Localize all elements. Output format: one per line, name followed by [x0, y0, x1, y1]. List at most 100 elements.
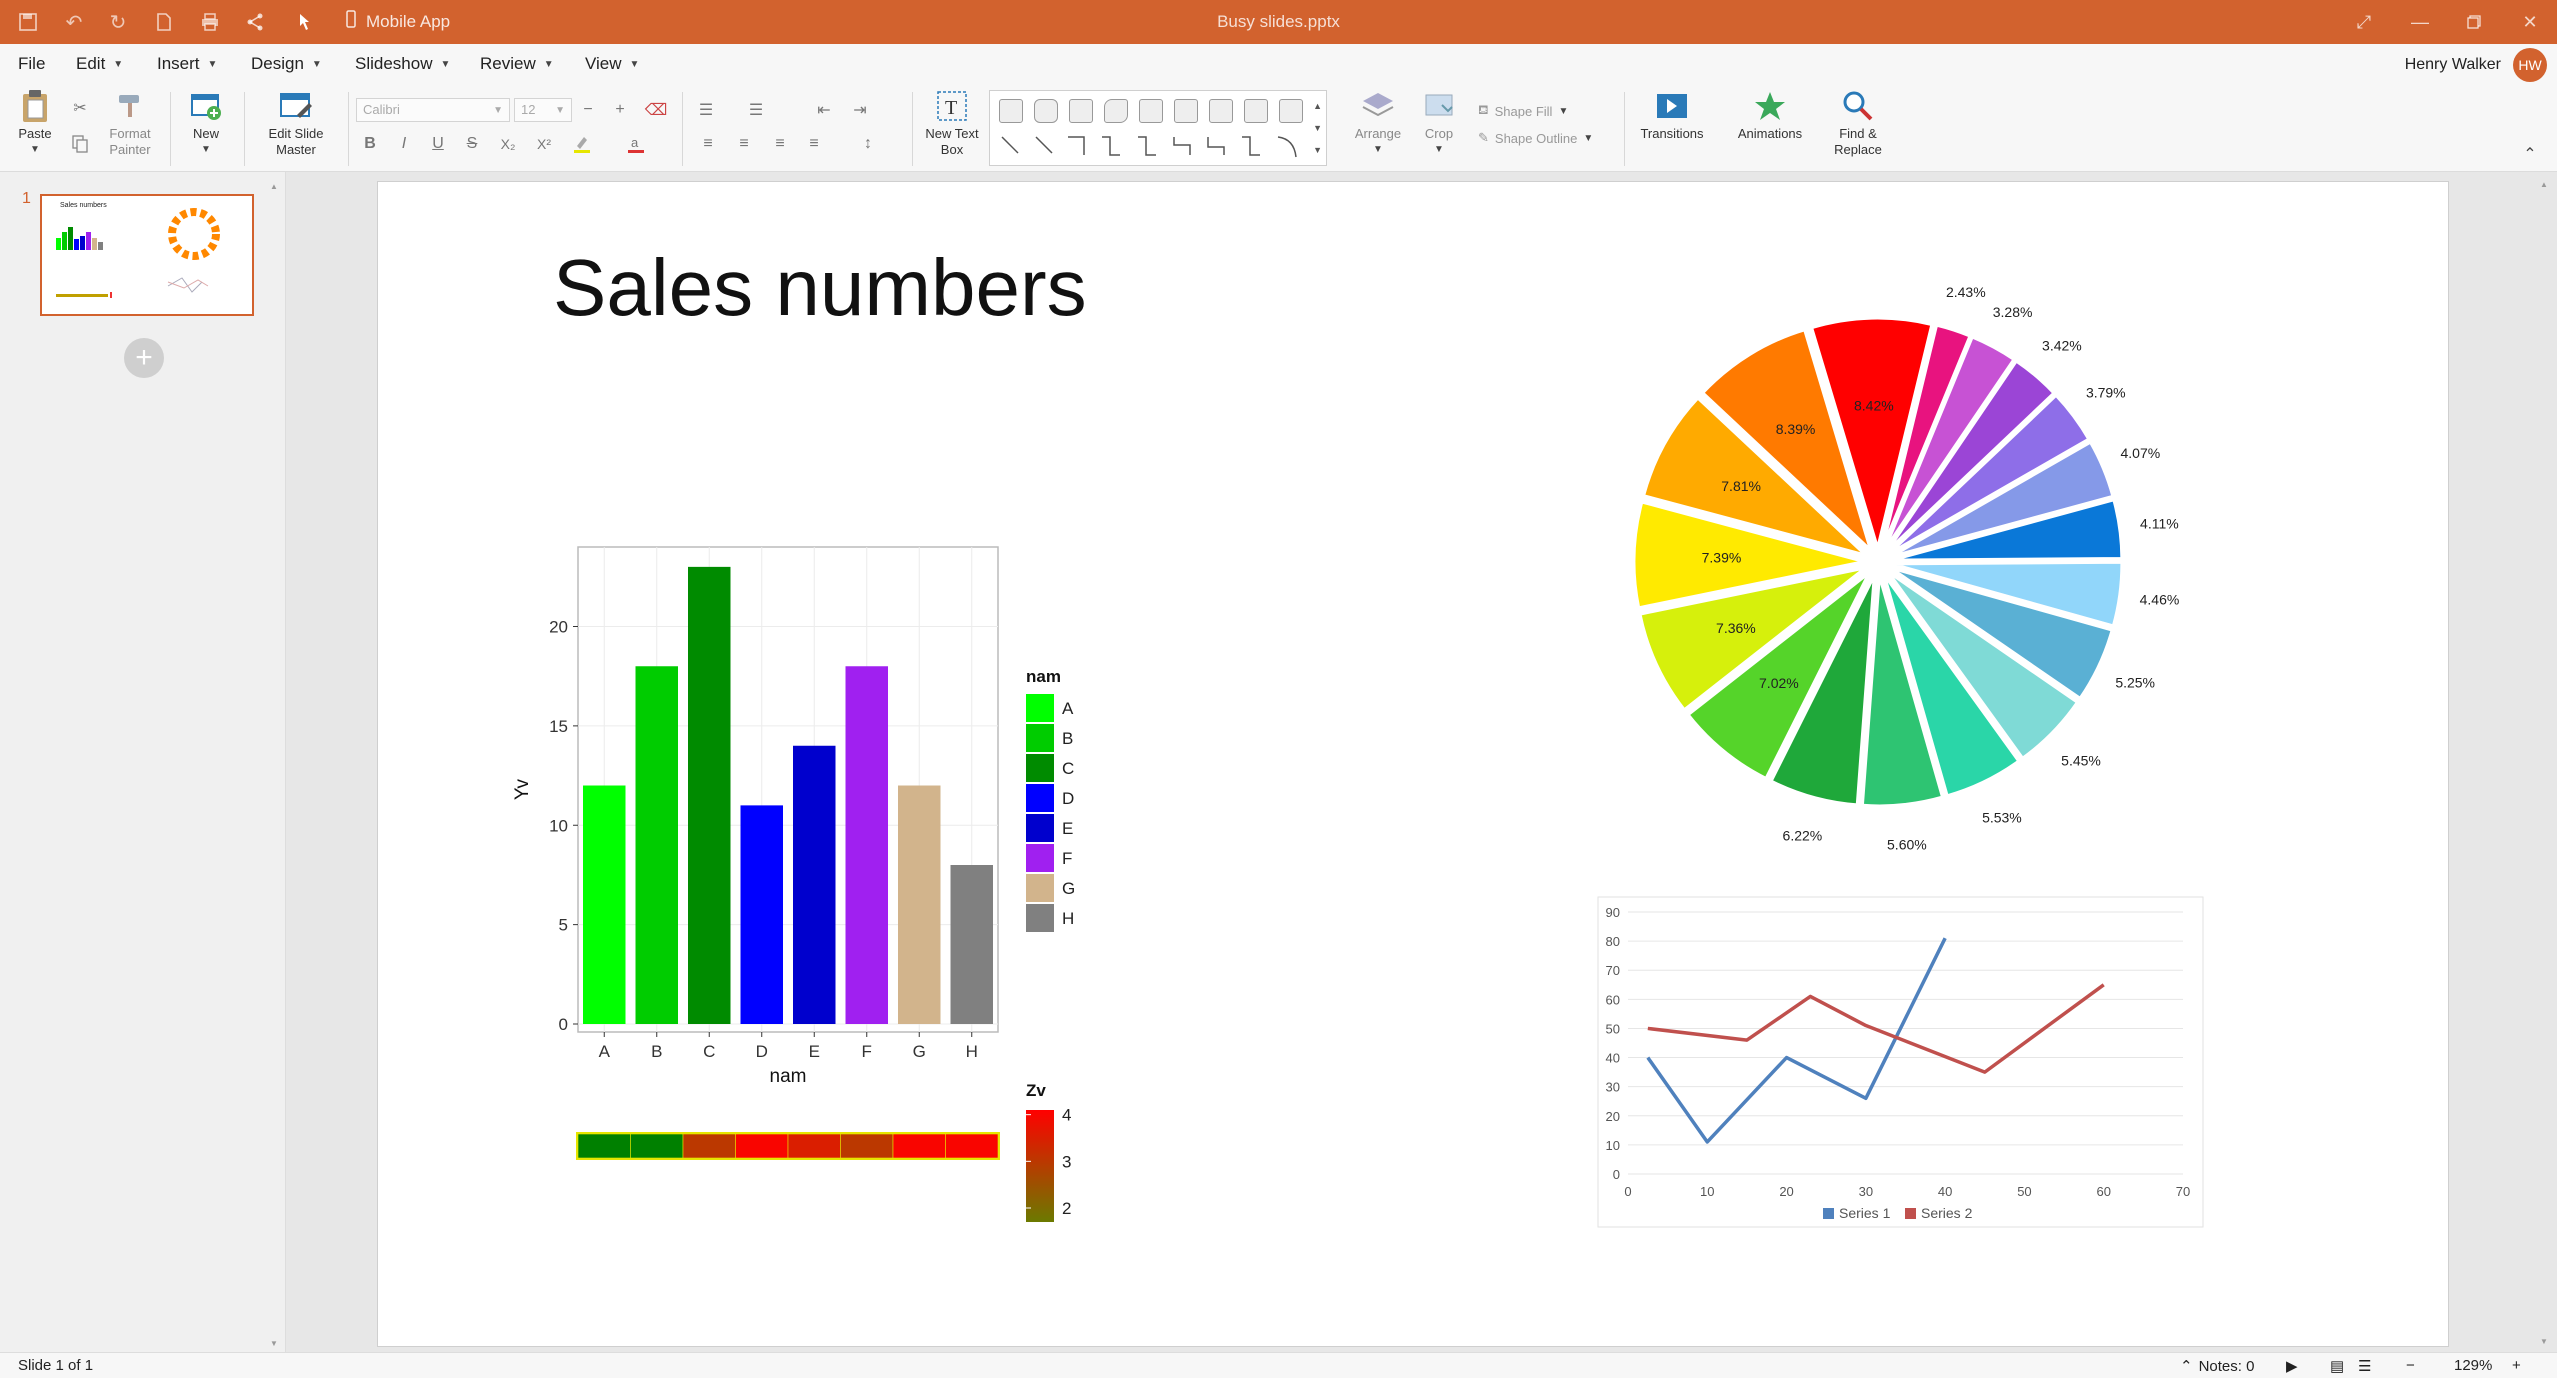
zoom-in-icon[interactable]: + — [2512, 1357, 2521, 1374]
slide-thumbnail[interactable]: Sales numbers — [40, 194, 254, 316]
rectangle-variant-shape-icon[interactable] — [1209, 99, 1233, 123]
font-color-icon[interactable]: a — [624, 132, 648, 156]
shape-fill-button[interactable]: ⛾ Shape Fill ▼ — [1478, 102, 1568, 120]
format-painter-button[interactable]: Format Painter — [102, 88, 158, 158]
increase-font-icon[interactable]: + — [608, 98, 632, 122]
menu-file[interactable]: File — [18, 54, 45, 74]
edit-slide-master-button[interactable]: Edit Slide Master — [256, 88, 336, 158]
legend-label: F — [1062, 849, 1072, 868]
clear-formatting-icon[interactable]: ⌫ — [644, 98, 668, 122]
menu-slideshow[interactable]: Slideshow ▼ — [355, 54, 450, 74]
bullets-icon[interactable]: ☰ — [694, 98, 718, 122]
add-slide-button[interactable]: + — [124, 338, 164, 378]
scroll-down-icon[interactable]: ▼ — [2540, 1337, 2548, 1346]
copy-icon[interactable] — [68, 132, 92, 156]
line-spacing-icon[interactable]: ↕ — [856, 132, 880, 156]
touch-mode-icon[interactable] — [290, 8, 318, 36]
cut-icon[interactable]: ✂ — [68, 96, 92, 120]
ribbon-separator — [348, 92, 349, 166]
mobile-app-button[interactable]: Mobile App — [346, 10, 450, 33]
notes-button[interactable]: ⌃ Notes: 0 — [2180, 1357, 2254, 1376]
shapes-gallery[interactable]: ▲ ▼ ▼ — [989, 90, 1327, 166]
italic-icon[interactable]: I — [392, 132, 416, 156]
save-icon[interactable] — [14, 8, 42, 36]
chevron-down-icon: ▼ — [1583, 132, 1594, 144]
bar-chart[interactable]: 05101520A B C D E F G HnamYvnamABCDEFGH — [478, 522, 1075, 1122]
snip-round-rectangle-shape-icon[interactable] — [1104, 99, 1128, 123]
find-replace-button[interactable]: Find & Replace — [1826, 88, 1890, 158]
y-tick-label: 30 — [1606, 1080, 1620, 1095]
share-icon[interactable] — [241, 8, 269, 36]
normal-view-icon[interactable]: ▤ — [2330, 1357, 2344, 1375]
transitions-button[interactable]: Transitions — [1636, 88, 1708, 142]
heatmap-chart[interactable]: Zv 2 3 4 — [478, 1081, 1071, 1252]
align-left-icon[interactable]: ≡ — [696, 132, 720, 156]
menu-review[interactable]: Review ▼ — [480, 54, 554, 74]
minimize-button[interactable]: — — [2398, 6, 2442, 38]
restore-button[interactable] — [2452, 6, 2496, 38]
pie-chart[interactable]: 8.42% 2.43% 3.28% 3.42% 3.79% 4.07% 4.11% 4.46%… — [1598, 284, 2179, 853]
shape-outline-button[interactable]: ✎ Shape Outline ▼ — [1478, 130, 1593, 146]
menu-view[interactable]: View ▼ — [585, 54, 639, 74]
collapse-ribbon-icon[interactable]: ⌃ — [2518, 142, 2542, 166]
avatar[interactable]: HW — [2513, 48, 2547, 82]
rectangle-variant-shape-icon[interactable] — [1174, 99, 1198, 123]
animations-button[interactable]: Animations — [1734, 88, 1806, 142]
font-name-select[interactable]: Calibri ▼ — [356, 98, 510, 122]
highlight-icon[interactable] — [570, 132, 594, 156]
align-right-icon[interactable]: ≡ — [768, 132, 792, 156]
bar-D — [740, 805, 783, 1024]
zoom-level[interactable]: 129% — [2454, 1357, 2492, 1374]
zoom-out-icon[interactable]: − — [2406, 1357, 2415, 1374]
bold-icon[interactable]: B — [358, 132, 382, 156]
paste-button[interactable]: Paste ▼ — [14, 88, 56, 158]
fullscreen-icon[interactable]: ⤢ — [2342, 6, 2386, 38]
slide-title[interactable]: Sales numbers — [553, 242, 1087, 334]
rectangle-shape-icon[interactable] — [999, 99, 1023, 123]
print-icon[interactable] — [196, 8, 224, 36]
underline-icon[interactable]: U — [426, 132, 450, 156]
find-replace-label: Find & Replace — [1834, 126, 1882, 157]
decrease-indent-icon[interactable]: ⇤ — [812, 98, 836, 122]
numbering-icon[interactable]: ☰ — [744, 98, 768, 122]
crop-button[interactable]: Crop ▼ — [1416, 88, 1462, 158]
connector-shapes-row[interactable] — [998, 133, 1298, 161]
arrange-button[interactable]: Arrange ▼ — [1350, 88, 1406, 158]
font-size-select[interactable]: 12 ▼ — [514, 98, 572, 122]
strikethrough-icon[interactable]: S — [460, 132, 484, 156]
new-slide-button[interactable]: New ▼ — [184, 88, 228, 158]
outline-view-icon[interactable]: ☰ — [2358, 1357, 2371, 1375]
menu-review-label: Review — [480, 54, 536, 73]
new-text-box-button[interactable]: T New Text Box — [922, 88, 982, 158]
close-button[interactable]: ✕ — [2508, 6, 2552, 38]
rectangle-variant-shape-icon[interactable] — [1279, 99, 1303, 123]
subscript-icon[interactable]: X₂ — [496, 132, 520, 156]
rectangle-variant-shape-icon[interactable] — [1244, 99, 1268, 123]
menu-bar: File Edit ▼ Insert ▼ Design ▼ Slideshow ▼ Re… — [0, 44, 2557, 84]
menu-design[interactable]: Design ▼ — [251, 54, 322, 74]
play-slideshow-icon[interactable]: ▶ — [2286, 1357, 2298, 1375]
increase-indent-icon[interactable]: ⇥ — [848, 98, 872, 122]
decrease-font-icon[interactable]: − — [576, 98, 600, 122]
new-document-icon[interactable] — [150, 8, 178, 36]
superscript-icon[interactable]: X² — [532, 132, 556, 156]
redo-icon[interactable]: ↻ — [104, 8, 132, 36]
gallery-scroll-arrows-icon[interactable]: ▲ ▼ ▼ — [1313, 95, 1322, 161]
rectangle-variant-shape-icon[interactable] — [1139, 99, 1163, 123]
menu-insert[interactable]: Insert ▼ — [157, 54, 217, 74]
menu-edit[interactable]: Edit ▼ — [76, 54, 123, 74]
scroll-up-icon[interactable]: ▲ — [2540, 180, 2548, 189]
rounded-rectangle-shape-icon[interactable] — [1034, 99, 1058, 123]
justify-icon[interactable]: ≡ — [802, 132, 826, 156]
bar-B — [635, 666, 678, 1024]
align-center-icon[interactable]: ≡ — [732, 132, 756, 156]
scroll-down-icon[interactable]: ▼ — [270, 1339, 278, 1348]
canvas-scrollbar[interactable]: ▲ ▼ — [2536, 180, 2552, 1346]
slide[interactable]: Sales numbers 0 5 10 15 20 A B C D E F G Hnam Yv nam A B… — [377, 181, 2449, 1347]
snip-rectangle-shape-icon[interactable] — [1069, 99, 1093, 123]
line-chart[interactable]: 0 10 20 30 40 50 60 70 80 90 0 10 20 30 40 50 60 70 Series… — [1597, 896, 2208, 1232]
undo-icon[interactable]: ↶ — [60, 8, 88, 36]
scroll-up-icon[interactable]: ▲ — [270, 182, 278, 191]
font-size-value: 12 — [521, 102, 536, 117]
thumbnail-scrollbar[interactable]: ▲ ▼ — [266, 182, 282, 1348]
